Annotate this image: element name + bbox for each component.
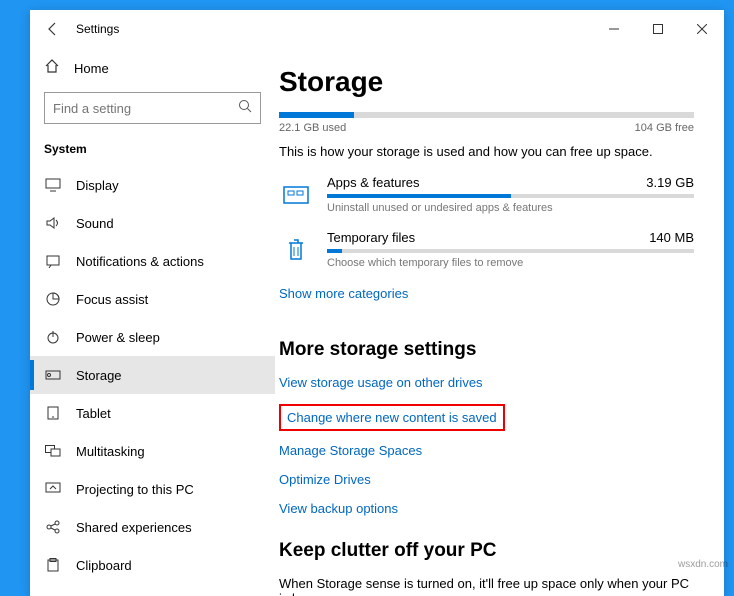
more-settings-title: More storage settings	[279, 339, 694, 361]
projecting-icon	[44, 482, 62, 496]
link-optimize-drives[interactable]: Optimize Drives	[279, 472, 694, 487]
search-icon	[238, 99, 252, 118]
link-storage-spaces[interactable]: Manage Storage Spaces	[279, 443, 694, 458]
highlighted-link: Change where new content is saved	[279, 404, 505, 431]
trash-icon	[279, 233, 313, 267]
keep-clutter-title: Keep clutter off your PC	[279, 540, 694, 562]
storage-labels: 22.1 GB used 104 GB free	[279, 122, 694, 134]
notifications-icon	[44, 254, 62, 268]
nav-multitasking[interactable]: Multitasking	[30, 432, 275, 470]
link-other-drives[interactable]: View storage usage on other drives	[279, 375, 694, 390]
free-label: 104 GB free	[635, 122, 694, 134]
nav-sound[interactable]: Sound	[30, 204, 275, 242]
nav-shared[interactable]: Shared experiences	[30, 508, 275, 546]
back-button[interactable]	[30, 10, 76, 48]
home-nav[interactable]: Home	[30, 48, 275, 88]
nav-tablet[interactable]: Tablet	[30, 394, 275, 432]
category-apps[interactable]: Apps & features3.19 GB Uninstall unused …	[279, 175, 694, 214]
nav-projecting[interactable]: Projecting to this PC	[30, 470, 275, 508]
watermark: wsxdn.com	[678, 559, 728, 570]
page-title: Storage	[279, 66, 694, 98]
minimize-button[interactable]	[592, 13, 636, 45]
group-name: System	[30, 136, 275, 166]
titlebar: Settings	[30, 10, 724, 48]
show-more-link[interactable]: Show more categories	[279, 286, 408, 301]
search-box[interactable]	[44, 92, 261, 124]
nav-notifications[interactable]: Notifications & actions	[30, 242, 275, 280]
main-content: Storage 22.1 GB used 104 GB free This is…	[275, 48, 724, 596]
nav-display[interactable]: Display	[30, 166, 275, 204]
nav-focus-assist[interactable]: Focus assist	[30, 280, 275, 318]
nav-list: Display Sound Notifications & actions Fo…	[30, 166, 275, 584]
link-backup-options[interactable]: View backup options	[279, 501, 694, 516]
keep-clutter-desc: When Storage sense is turned on, it'll f…	[279, 576, 694, 596]
used-label: 22.1 GB used	[279, 122, 346, 134]
window-title: Settings	[76, 22, 592, 36]
shared-icon	[44, 520, 62, 534]
link-change-save-location[interactable]: Change where new content is saved	[287, 410, 497, 425]
apps-icon	[279, 178, 313, 212]
category-temp[interactable]: Temporary files140 MB Choose which tempo…	[279, 230, 694, 269]
power-icon	[44, 330, 62, 344]
focus-icon	[44, 292, 62, 306]
home-label: Home	[74, 61, 109, 76]
storage-bar	[279, 112, 694, 118]
sidebar: Home System Display Sound Notifications …	[30, 48, 275, 596]
display-icon	[44, 178, 62, 192]
close-button[interactable]	[680, 13, 724, 45]
sound-icon	[44, 216, 62, 230]
storage-desc: This is how your storage is used and how…	[279, 144, 694, 159]
home-icon	[44, 58, 60, 79]
multitasking-icon	[44, 445, 62, 457]
window-controls	[592, 13, 724, 45]
tablet-icon	[44, 406, 62, 420]
nav-power[interactable]: Power & sleep	[30, 318, 275, 356]
storage-icon	[44, 370, 62, 380]
settings-window: Settings Home System Display Sound Notif…	[30, 10, 724, 596]
maximize-button[interactable]	[636, 13, 680, 45]
nav-storage[interactable]: Storage	[30, 356, 275, 394]
clipboard-icon	[44, 558, 62, 572]
nav-clipboard[interactable]: Clipboard	[30, 546, 275, 584]
search-input[interactable]	[53, 101, 238, 116]
